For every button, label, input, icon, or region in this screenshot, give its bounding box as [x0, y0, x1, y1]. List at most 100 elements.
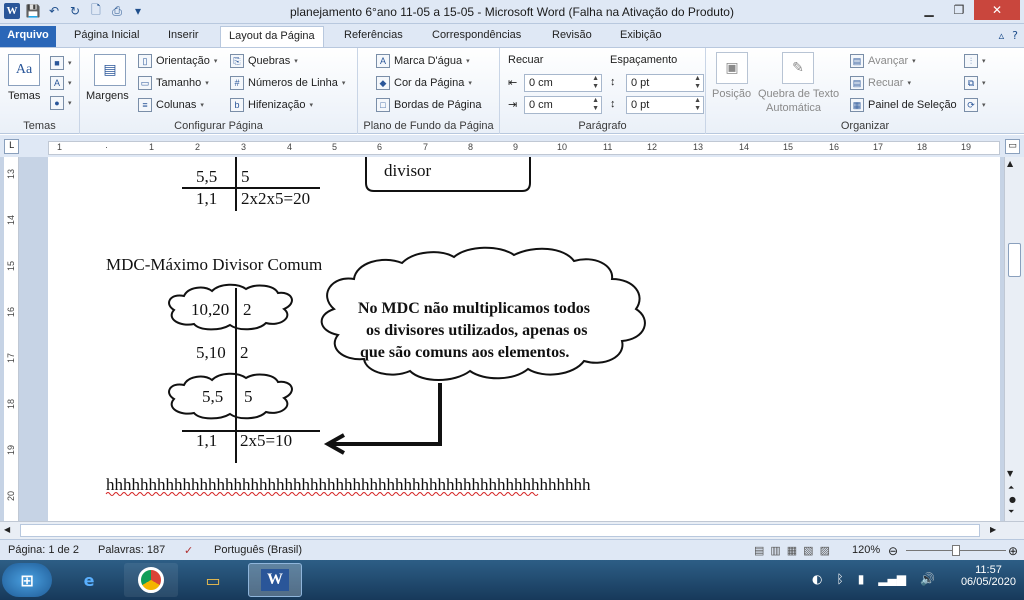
- close-button[interactable]: ✕: [974, 0, 1020, 20]
- page-color-label: Cor da Página: [394, 77, 465, 89]
- spinner-icon[interactable]: ▲ ▼: [694, 97, 701, 113]
- proofing-icon[interactable]: ✓: [184, 544, 193, 557]
- mdc-row1-right: 2: [243, 300, 252, 319]
- hyphenation-label: Hifenização: [248, 99, 306, 111]
- chrome-icon[interactable]: [124, 563, 178, 597]
- themes-button-label[interactable]: Temas: [8, 90, 40, 102]
- position-button[interactable]: Posição: [712, 88, 751, 100]
- spacing-before-input[interactable]: 0 pt ▲ ▼: [626, 74, 704, 92]
- indent-left-input[interactable]: 0 cm ▲ ▼: [524, 74, 602, 92]
- scroll-up-icon[interactable]: ▲: [1007, 159, 1013, 168]
- size-button[interactable]: ▭ Tamanho ▾: [138, 76, 209, 90]
- zoom-in-icon[interactable]: ⊕: [1008, 544, 1018, 558]
- print-icon[interactable]: ⎙: [109, 3, 125, 19]
- page-color-icon: ◆: [376, 76, 390, 90]
- zoom-out-icon[interactable]: ⊖: [888, 544, 898, 558]
- tab-pagina-inicial[interactable]: Página Inicial: [66, 26, 147, 47]
- theme-colors-button[interactable]: ■ ▾: [50, 56, 72, 70]
- view-ruler-icon[interactable]: ▭: [1005, 139, 1020, 154]
- word-logo-icon[interactable]: W: [4, 3, 20, 19]
- tab-exibicao[interactable]: Exibição: [612, 26, 670, 47]
- tab-correspondencias[interactable]: Correspondências: [424, 26, 529, 47]
- horizontal-scrollbar[interactable]: ◀ ▶: [0, 521, 1024, 539]
- status-bar: Página: 1 de 2 Palavras: 187 ✓ Português…: [0, 539, 1024, 560]
- wrap-text-icon[interactable]: ✎: [782, 52, 814, 84]
- zoom-slider-thumb[interactable]: [952, 545, 960, 556]
- rotate-button[interactable]: ⟳ ▾: [964, 98, 986, 112]
- word-taskbar-icon[interactable]: W: [248, 563, 302, 597]
- scrollbar-thumb[interactable]: [1008, 243, 1021, 277]
- scroll-down-icon[interactable]: ▼: [1007, 469, 1013, 478]
- scroll-right-icon[interactable]: ▶: [990, 525, 996, 534]
- help-icon[interactable]: ?: [1012, 29, 1018, 42]
- minimize-button[interactable]: ▁: [914, 0, 944, 20]
- clock[interactable]: 11:57 06/05/2020: [961, 564, 1016, 588]
- breaks-button[interactable]: ⎘ Quebras ▾: [230, 54, 298, 68]
- indent-left-icon: ⇤: [508, 77, 518, 89]
- volume-icon[interactable]: 🔊: [920, 572, 935, 586]
- watermark-button[interactable]: A Marca D'água ▾: [376, 54, 470, 68]
- customize-qat-icon[interactable]: ▾: [130, 3, 146, 19]
- redo-icon[interactable]: ↻: [67, 3, 83, 19]
- spinner-icon[interactable]: ▲ ▼: [694, 75, 701, 91]
- tab-layout-da-pagina[interactable]: Layout da Página: [220, 26, 324, 47]
- margins-button[interactable]: Margens: [86, 90, 129, 102]
- vertical-ruler[interactable]: 13 14 15 16 17 18 19 20: [4, 157, 19, 521]
- minimize-ribbon-icon[interactable]: ▵: [999, 29, 1005, 42]
- page-color-button[interactable]: ◆ Cor da Página ▾: [376, 76, 472, 90]
- tab-referencias[interactable]: Referências: [336, 26, 411, 47]
- columns-button[interactable]: ≡ Colunas ▾: [138, 98, 204, 112]
- next-page-icon[interactable]: ⏷: [1008, 507, 1014, 517]
- page-indicator[interactable]: Página: 1 de 2: [8, 544, 79, 556]
- restore-button[interactable]: ❐: [944, 0, 974, 20]
- start-button[interactable]: ⊞: [2, 563, 52, 597]
- page-borders-button[interactable]: □ Bordas de Página: [376, 98, 481, 112]
- network-app-icon[interactable]: ◐: [812, 572, 822, 586]
- undo-icon[interactable]: ↶: [46, 3, 62, 19]
- send-backward-button[interactable]: ▤ Recuar ▾: [850, 76, 911, 90]
- group-button[interactable]: ⧉ ▾: [964, 76, 986, 90]
- view-buttons[interactable]: ▤▥▦▧▨: [754, 544, 836, 557]
- indent-right-input[interactable]: 0 cm ▲ ▼: [524, 96, 602, 114]
- horizontal-ruler-row: L 1 · 1 2 3 4 5 6 7 8 9 10 11 12 13 14 1…: [0, 135, 1024, 157]
- theme-effects-button[interactable]: ● ▾: [50, 96, 72, 110]
- position-icon[interactable]: ▣: [716, 52, 748, 84]
- themes-icon[interactable]: Aa: [8, 54, 40, 86]
- spacing-after-input[interactable]: 0 pt ▲ ▼: [626, 96, 704, 114]
- selection-pane-button[interactable]: ▦ Painel de Seleção: [850, 98, 957, 112]
- signal-icon[interactable]: ▂▄▆: [878, 572, 906, 586]
- scroll-left-icon[interactable]: ◀: [4, 525, 10, 534]
- file-explorer-icon[interactable]: ▭: [186, 563, 240, 597]
- spinner-icon[interactable]: ▲ ▼: [592, 97, 599, 113]
- print-preview-icon[interactable]: 🗋: [88, 3, 104, 19]
- tab-selector-icon[interactable]: L: [4, 139, 19, 154]
- wrap-text-button-line2[interactable]: Automática: [766, 102, 821, 114]
- align-button[interactable]: ⫶ ▾: [964, 54, 986, 68]
- margins-icon[interactable]: ▤: [94, 54, 126, 86]
- tab-revisao[interactable]: Revisão: [544, 26, 600, 47]
- word-count[interactable]: Palavras: 187: [98, 544, 165, 556]
- vertical-scrollbar[interactable]: ▲ ▼ ⏶ ● ⏷: [1004, 157, 1024, 521]
- bring-forward-button[interactable]: ▤ Avançar ▾: [850, 54, 916, 68]
- internet-explorer-icon[interactable]: e: [62, 563, 116, 597]
- horizontal-scrollbar-thumb[interactable]: [20, 524, 980, 537]
- language-indicator[interactable]: Português (Brasil): [214, 544, 302, 556]
- spinner-icon[interactable]: ▲ ▼: [592, 75, 599, 91]
- browse-object-icon[interactable]: ●: [1009, 495, 1016, 504]
- previous-page-icon[interactable]: ⏶: [1008, 483, 1014, 493]
- tab-inserir[interactable]: Inserir: [160, 26, 207, 47]
- spacing-after-value: 0 pt: [631, 99, 650, 111]
- zoom-level[interactable]: 120%: [852, 544, 880, 556]
- battery-icon[interactable]: ▮: [858, 572, 865, 586]
- tab-arquivo[interactable]: Arquivo: [0, 26, 56, 47]
- theme-fonts-button[interactable]: A ▾: [50, 76, 72, 90]
- line-numbers-button[interactable]: # Números de Linha ▾: [230, 76, 345, 90]
- wrap-text-button-line1[interactable]: Quebra de Texto: [758, 88, 839, 100]
- save-icon[interactable]: 💾: [25, 3, 41, 19]
- bluetooth-icon[interactable]: ᛒ: [836, 572, 843, 586]
- selection-pane-icon: ▦: [850, 98, 864, 112]
- orientation-button[interactable]: ▯ Orientação ▾: [138, 54, 217, 68]
- horizontal-ruler[interactable]: 1 · 1 2 3 4 5 6 7 8 9 10 11 12 13 14 15 …: [48, 141, 1000, 155]
- hyphenation-button[interactable]: b Hifenização ▾: [230, 98, 313, 112]
- document-page[interactable]: divisor 5,5 5 1,1 2x2x5=20 MDC-Máximo Di…: [48, 157, 1000, 521]
